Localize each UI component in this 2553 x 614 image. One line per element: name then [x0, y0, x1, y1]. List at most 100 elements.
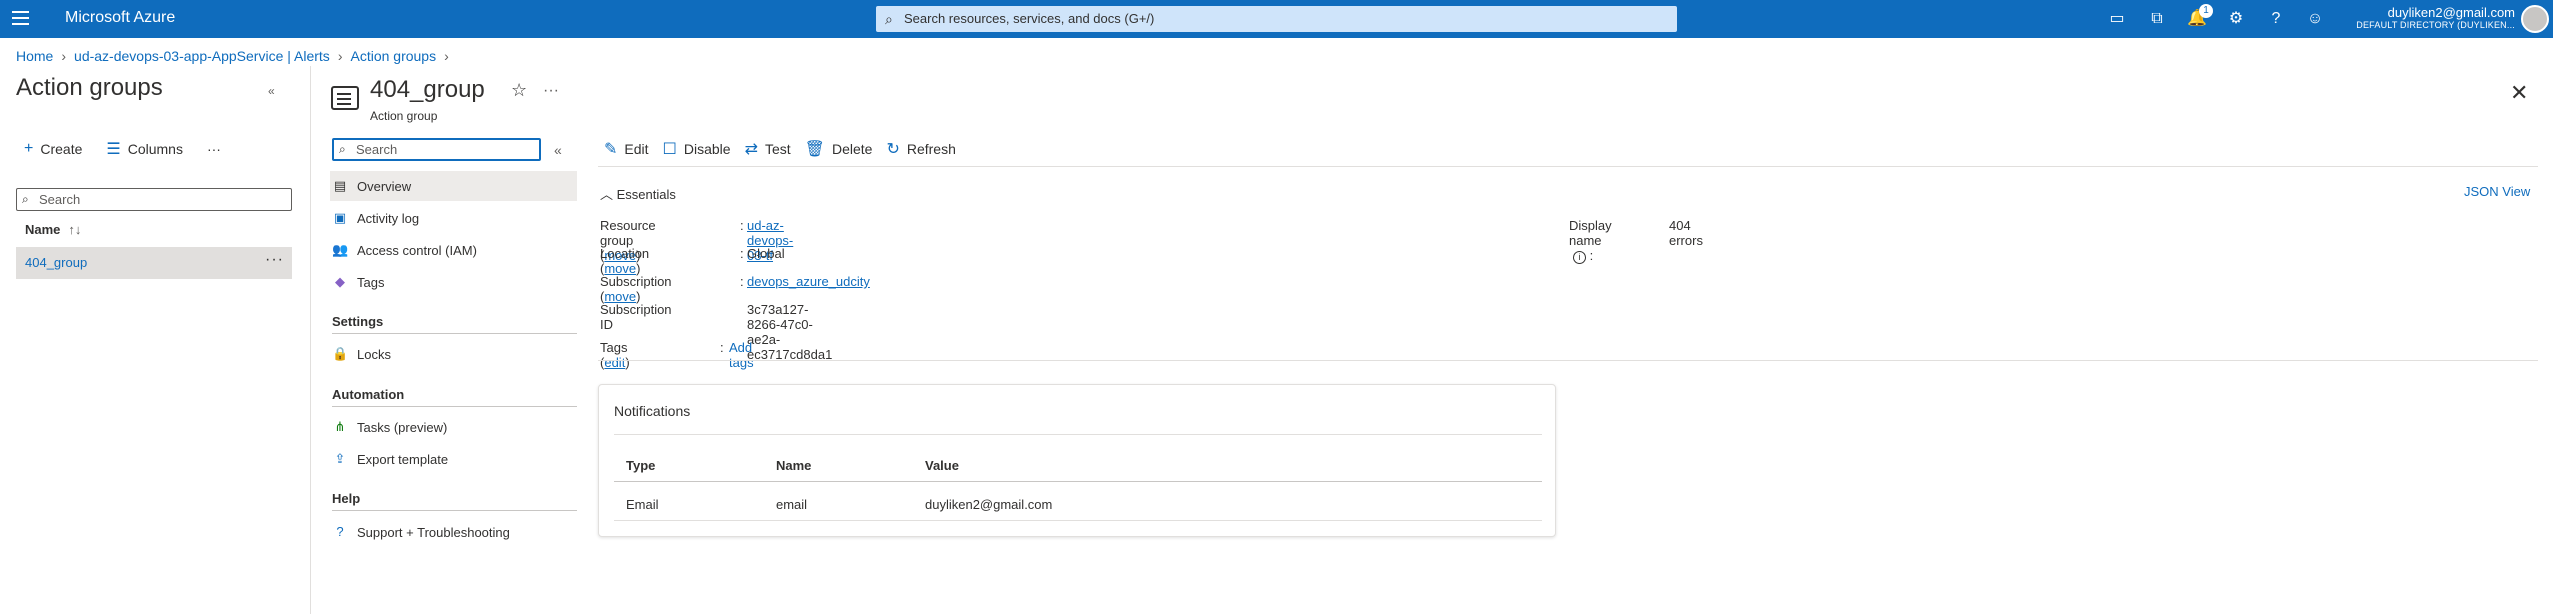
resource-subtitle: Action group — [370, 109, 438, 123]
menu-item-overview[interactable]: ▤ Overview — [330, 171, 577, 201]
essentials-toggle[interactable]: ︿ Essentials — [600, 184, 676, 203]
gear-icon[interactable]: ⚙ — [2225, 8, 2247, 30]
name-column-header[interactable]: Name ↑↓ — [25, 222, 81, 237]
tag-icon: ◆ — [335, 274, 345, 289]
subscription-label: Subscription (move) — [600, 274, 672, 304]
menu-section-divider — [332, 333, 577, 334]
resource-title: 404_group — [370, 76, 485, 103]
breadcrumb-action-groups[interactable]: Action groups — [350, 48, 436, 64]
left-search-input[interactable]: ⌕ Search — [16, 188, 292, 211]
separator: : — [740, 218, 744, 233]
test-button[interactable]: ⇄ Test — [745, 139, 791, 159]
columns-label: Columns — [127, 141, 183, 157]
menu-item-access-control[interactable]: 👥 Access control (IAM) — [330, 235, 577, 265]
row-more-icon[interactable]: ··· — [265, 251, 284, 269]
subscription-id-value: 3c73a127-8266-47c0-ae2a-ec3717cd8da1 — [747, 302, 833, 362]
global-search-placeholder: Search resources, services, and docs (G+… — [904, 11, 1155, 26]
trash-icon: 🗑 — [804, 141, 825, 158]
header-divider — [614, 481, 1542, 482]
location-value: Global — [747, 246, 785, 261]
display-name-value: 404 errors — [1669, 218, 1703, 248]
menu-item-support[interactable]: ? Support + Troubleshooting — [330, 517, 577, 547]
columns-button[interactable]: ☰ Columns — [106, 139, 183, 159]
menu-item-label: Tasks (preview) — [357, 420, 448, 435]
create-button[interactable]: + Create — [24, 139, 82, 159]
type-column-header: Type — [626, 458, 656, 473]
card-divider — [614, 434, 1542, 435]
action-group-link[interactable]: 404_group — [25, 255, 87, 270]
notification-name: email — [776, 497, 808, 512]
favorite-star-icon[interactable]: ☆ — [511, 80, 527, 101]
hamburger-menu-icon[interactable] — [12, 11, 29, 25]
subscription-id-label: Subscription ID — [600, 302, 672, 332]
activity-log-icon: ▣ — [333, 210, 347, 225]
overview-icon: ▤ — [333, 178, 347, 193]
disable-button[interactable]: ☐ Disable — [663, 139, 731, 159]
menu-search-input[interactable]: ⌕ Search — [332, 138, 541, 161]
close-icon[interactable]: ✕ — [2510, 80, 2528, 106]
json-view-link[interactable]: JSON View — [2464, 184, 2530, 199]
collapse-menu-icon[interactable]: « — [554, 142, 562, 158]
more-label: ··· — [206, 141, 221, 157]
menu-item-label: Support + Troubleshooting — [357, 525, 510, 540]
menu-search-placeholder: Search — [356, 142, 398, 157]
breadcrumb: Home › ud-az-devops-03-app-AppService | Al… — [16, 48, 457, 64]
menu-item-label: Activity log — [357, 211, 420, 226]
brand-title[interactable]: Microsoft Azure — [65, 9, 175, 27]
chevron-right-icon: › — [337, 48, 343, 64]
help-circle-icon: ? — [336, 524, 344, 539]
notifications-card: Notifications Type Name Value Email emai… — [598, 384, 1556, 537]
subscription-link[interactable]: devops_azure_udcity — [747, 274, 870, 289]
user-email: duyliken2@gmail.com — [2387, 5, 2515, 20]
delete-button[interactable]: 🗑 Delete — [805, 139, 873, 159]
notifications-title: Notifications — [614, 403, 691, 419]
tags-edit-link[interactable]: edit — [604, 355, 625, 370]
user-directory: DEFAULT DIRECTORY (DUYLIKEN... — [2356, 20, 2515, 30]
list-item[interactable]: 404_group ··· — [16, 247, 292, 279]
refresh-label: Refresh — [906, 141, 956, 157]
search-icon: ⌕ — [885, 11, 893, 27]
menu-item-export-template[interactable]: ⇪ Export template — [330, 444, 577, 474]
command-bar: ✎ Edit ☐ Disable ⇄ Test 🗑 Delete ↻ Refre… — [604, 139, 970, 159]
global-search-input[interactable]: ⌕ Search resources, services, and docs (… — [876, 6, 1677, 32]
separator: : — [740, 274, 744, 289]
search-icon: ⌕ — [339, 142, 346, 156]
refresh-icon: ↻ — [886, 141, 900, 158]
feedback-icon[interactable]: ☺ — [2304, 8, 2326, 30]
add-tags-link[interactable]: Add tags — [729, 340, 754, 370]
avatar[interactable] — [2521, 5, 2549, 33]
collapse-left-panel-icon[interactable]: « — [268, 84, 275, 98]
left-toolbar: + Create ☰ Columns ··· — [24, 139, 245, 159]
resource-more-icon[interactable]: ··· — [543, 82, 559, 100]
cloud-shell-icon[interactable]: ▭ — [2106, 8, 2128, 30]
name-column-label: Name — [25, 222, 61, 237]
breadcrumb-home[interactable]: Home — [16, 48, 53, 64]
menu-section-automation: Automation — [332, 387, 405, 402]
disable-label: Disable — [683, 141, 731, 157]
sort-icon[interactable]: ↑↓ — [68, 222, 81, 237]
account-menu[interactable]: duyliken2@gmail.com DEFAULT DIRECTORY (D… — [2356, 5, 2515, 30]
edit-button[interactable]: ✎ Edit — [604, 139, 649, 159]
menu-item-tasks[interactable]: ⋔ Tasks (preview) — [330, 412, 577, 442]
refresh-button[interactable]: ↻ Refresh — [886, 139, 955, 159]
more-button[interactable]: ··· — [207, 139, 221, 159]
lock-icon: 🔒 — [332, 346, 349, 361]
test-icon: ⇄ — [744, 141, 758, 158]
menu-section-divider — [332, 406, 577, 407]
separator: : — [720, 340, 724, 355]
notification-count-badge: 1 — [2199, 4, 2213, 18]
menu-section-settings: Settings — [332, 314, 384, 329]
action-group-icon — [331, 86, 359, 110]
essentials-divider — [598, 360, 2538, 361]
menu-item-activity-log[interactable]: ▣ Activity log — [330, 203, 577, 233]
disable-icon: ☐ — [662, 141, 677, 158]
menu-item-tags[interactable]: ◆ Tags — [330, 267, 577, 297]
help-icon[interactable]: ? — [2265, 8, 2287, 30]
portal-filter-icon[interactable]: ⧉ — [2146, 8, 2168, 30]
name-column-header: Name — [776, 458, 812, 473]
chevron-up-icon: ︿ — [600, 187, 614, 202]
info-icon[interactable]: i — [1573, 251, 1586, 264]
breadcrumb-alerts[interactable]: ud-az-devops-03-app-AppService | Alerts — [74, 48, 330, 64]
menu-item-locks[interactable]: 🔒 Locks — [330, 339, 577, 369]
display-name-label: Display namei : — [1569, 218, 1612, 264]
